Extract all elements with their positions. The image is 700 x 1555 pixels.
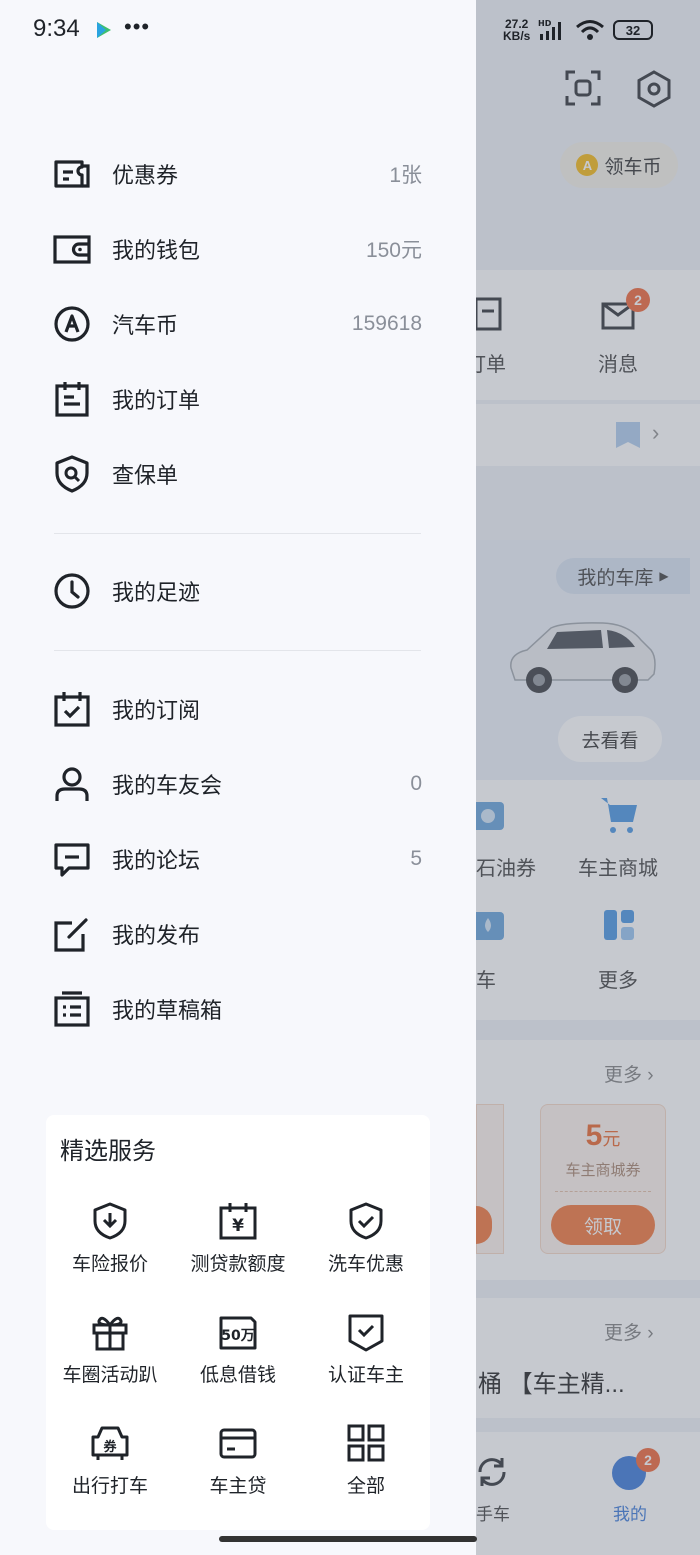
net-speed: 27.2 KB/s — [503, 17, 531, 43]
policy-icon — [52, 454, 92, 494]
shield-check-icon — [349, 1202, 383, 1240]
menu-item-label: 优惠券 — [112, 163, 179, 188]
menu-item-label: 我的发布 — [112, 923, 201, 948]
menu-item-value: 0 — [410, 772, 422, 795]
menu-item-label: 我的订单 — [112, 388, 201, 413]
service-verify-owner[interactable]: 认证车主 — [302, 1312, 430, 1412]
menu-item-car-coin[interactable]: 汽车币 159618 — [52, 296, 422, 352]
shield-download-icon — [93, 1202, 127, 1240]
draft-icon — [52, 989, 92, 1029]
menu-item-value: 159618 — [351, 312, 422, 335]
home-indicator[interactable] — [219, 1536, 477, 1542]
car-coupon-icon: 券 — [91, 1426, 129, 1460]
drawer-overlay-scrim[interactable] — [476, 0, 700, 1555]
menu-item-label: 我的钱包 — [112, 238, 201, 263]
menu-item-coupon[interactable]: 优惠券 1张 — [52, 146, 422, 202]
menu-item-orders[interactable]: 我的订单 — [52, 371, 422, 427]
status-time: 9:34 — [33, 15, 80, 42]
service-all[interactable]: 全部 — [302, 1423, 430, 1523]
featured-services-card: 精选服务 车险报价 ¥ 测贷款额度 洗车优惠 车圈活动趴 50万 低息借钱 认证… — [46, 1115, 430, 1530]
more-dots-icon: ••• — [124, 14, 151, 39]
coupon-icon — [52, 154, 92, 194]
menu-item-car-club[interactable]: 我的车友会 0 — [52, 756, 422, 812]
menu-item-label: 查保单 — [112, 463, 179, 488]
menu-item-label: 我的车友会 — [112, 773, 223, 798]
edit-icon — [52, 914, 92, 954]
card-icon — [219, 1428, 257, 1459]
menu-item-label: 我的足迹 — [112, 580, 201, 605]
chat-icon — [52, 839, 92, 879]
svg-text:¥: ¥ — [232, 1216, 244, 1236]
coin-icon — [52, 304, 92, 344]
divider — [54, 650, 421, 651]
divider — [54, 533, 421, 534]
service-ride-hailing[interactable]: 券 出行打车 — [46, 1423, 174, 1523]
menu-item-policy[interactable]: 查保单 — [52, 446, 422, 502]
service-car-events[interactable]: 车圈活动趴 — [46, 1312, 174, 1412]
menu-item-value: 1张 — [389, 164, 422, 187]
services-title: 精选服务 — [60, 1138, 156, 1165]
menu-item-drafts[interactable]: 我的草稿箱 — [52, 981, 422, 1037]
menu-item-value: 150元 — [365, 239, 422, 262]
calendar-yen-icon: ¥ — [219, 1203, 257, 1240]
grid-icon — [347, 1424, 385, 1462]
svg-text:HD: HD — [538, 19, 552, 28]
menu-item-posts[interactable]: 我的发布 — [52, 906, 422, 962]
signal-icon: HD — [538, 19, 561, 40]
service-owner-loan[interactable]: 车主贷 — [174, 1423, 302, 1523]
svg-text:券: 券 — [102, 1439, 117, 1455]
clock-icon — [52, 571, 92, 611]
calendar-check-icon — [52, 689, 92, 729]
svg-text:50万: 50万 — [221, 1328, 254, 1344]
user-icon — [52, 764, 92, 804]
menu-item-wallet[interactable]: 我的钱包 150元 — [52, 221, 422, 277]
play-store-icon — [97, 22, 111, 38]
service-car-wash[interactable]: 洗车优惠 — [302, 1201, 430, 1301]
gift-icon — [92, 1316, 128, 1351]
50wan-icon: 50万 — [219, 1316, 257, 1350]
menu-item-label: 汽车币 — [112, 313, 179, 338]
service-loan-estimate[interactable]: ¥ 测贷款额度 — [174, 1201, 302, 1301]
menu-item-label: 我的草稿箱 — [112, 998, 223, 1023]
service-car-insurance-quote[interactable]: 车险报价 — [46, 1201, 174, 1301]
menu-item-value: 5 — [410, 847, 422, 870]
status-bar: 9:34 ••• 27.2 KB/s HD 32 — [0, 0, 700, 60]
order-icon — [52, 379, 92, 419]
side-drawer: 优惠券 1张 我的钱包 150元 汽车币 159618 我的订单 查保单 我的足… — [0, 0, 476, 1555]
menu-item-label: 我的论坛 — [112, 848, 201, 873]
menu-item-forum[interactable]: 我的论坛 5 — [52, 831, 422, 887]
menu-item-footprint[interactable]: 我的足迹 — [52, 563, 422, 619]
menu-item-subscriptions[interactable]: 我的订阅 — [52, 681, 422, 737]
badge-check-icon — [348, 1314, 384, 1352]
wallet-icon — [52, 229, 92, 269]
service-low-interest-loan[interactable]: 50万 低息借钱 — [174, 1312, 302, 1412]
wifi-icon — [576, 20, 604, 40]
menu-item-label: 我的订阅 — [112, 698, 201, 723]
battery-icon: 32 — [613, 20, 653, 40]
